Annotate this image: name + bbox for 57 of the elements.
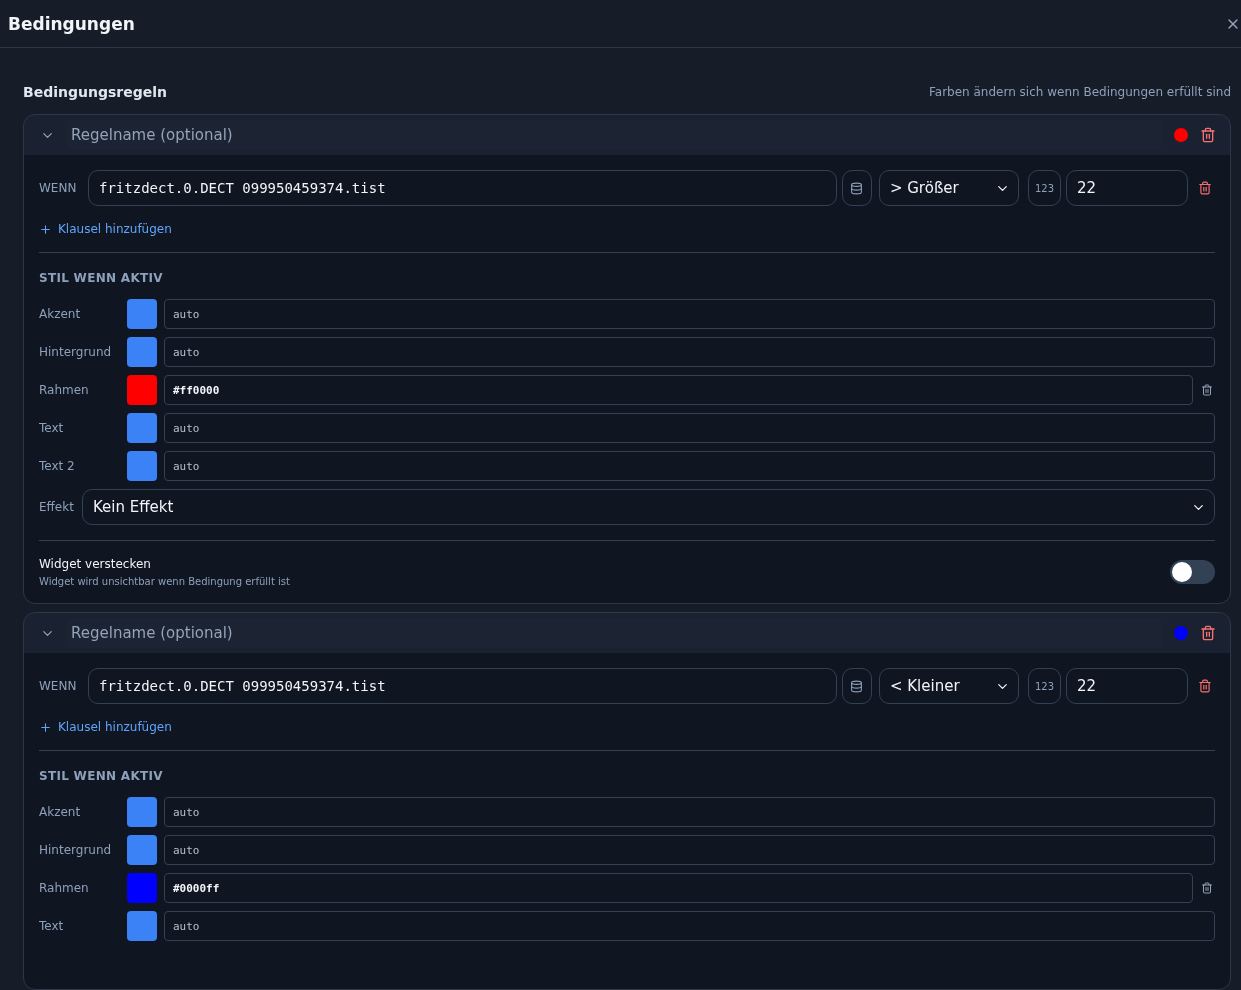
trash-icon[interactable] xyxy=(1201,882,1215,894)
style-label: Rahmen xyxy=(39,383,90,397)
trash-icon[interactable] xyxy=(1201,384,1215,396)
color-swatch[interactable] xyxy=(127,873,157,903)
value-field[interactable]: 22 xyxy=(1066,668,1188,704)
trash-icon[interactable] xyxy=(1200,625,1216,641)
trash-icon[interactable] xyxy=(1200,127,1216,143)
color-swatch[interactable] xyxy=(127,337,157,367)
color-swatch[interactable] xyxy=(127,797,157,827)
value-type-button[interactable]: 123 xyxy=(1027,668,1061,704)
color-value-field[interactable]: auto xyxy=(164,797,1215,827)
value-type-button[interactable]: 123 xyxy=(1027,170,1061,206)
value-field[interactable]: 22 xyxy=(1066,170,1188,206)
clause-label: WENN xyxy=(39,181,78,195)
style-label: Akzent xyxy=(39,307,82,321)
style-label: Rahmen xyxy=(39,881,90,895)
color-value-field[interactable]: auto xyxy=(164,299,1215,329)
state-path-field[interactable]: fritzdect.0.DECT_099950459374.tist xyxy=(88,170,837,206)
operator-select[interactable]: > Größer xyxy=(878,170,1019,206)
section-heading: STIL WENN AKTIV xyxy=(39,271,164,285)
style-label: Hintergrund xyxy=(39,345,113,359)
database-icon[interactable] xyxy=(841,668,872,704)
color-value-field[interactable]: auto xyxy=(164,835,1215,865)
effect-label: Effekt xyxy=(39,500,75,514)
style-label: Hintergrund xyxy=(39,843,113,857)
plus-icon xyxy=(39,222,52,236)
color-value-field[interactable]: auto xyxy=(164,911,1215,941)
section-hint: Farben ändern sich wenn Bedingungen erfüllt sind xyxy=(929,85,1231,99)
section-heading: STIL WENN AKTIV xyxy=(39,769,164,783)
state-path-field[interactable]: fritzdect.0.DECT_099950459374.tist xyxy=(88,668,837,704)
clause-label: WENN xyxy=(39,679,78,693)
plus-icon xyxy=(39,720,52,734)
section-title: Bedingungsregeln xyxy=(23,84,167,100)
color-swatch[interactable] xyxy=(127,375,157,405)
color-value-field[interactable]: auto xyxy=(164,451,1215,481)
hide-widget-description: Widget wird unsichtbar wenn Bedingung erfüllt ist xyxy=(39,576,290,587)
hide-widget-title: Widget verstecken xyxy=(39,557,152,571)
add-clause-link[interactable]: Klausel hinzufügen xyxy=(39,720,172,734)
hide-widget-toggle[interactable] xyxy=(1170,560,1215,584)
effect-select[interactable]: Kein Effekt xyxy=(82,489,1215,525)
color-swatch[interactable] xyxy=(127,299,157,329)
color-swatch[interactable] xyxy=(127,835,157,865)
color-value-field[interactable]: auto xyxy=(164,413,1215,443)
color-value-field[interactable]: auto xyxy=(164,337,1215,367)
style-label: Text xyxy=(39,421,65,435)
add-clause-link[interactable]: Klausel hinzufügen xyxy=(39,222,172,236)
style-label: Text xyxy=(39,919,65,933)
color-value-field[interactable]: #ff0000 xyxy=(164,375,1193,405)
style-label: Text 2 xyxy=(39,459,76,473)
window-title: Bedingungen xyxy=(8,13,135,34)
color-swatch[interactable] xyxy=(127,451,157,481)
color-swatch[interactable] xyxy=(127,413,157,443)
color-swatch[interactable] xyxy=(127,911,157,941)
operator-select[interactable]: < Kleiner xyxy=(878,668,1019,704)
color-value-field[interactable]: #0000ff xyxy=(164,873,1193,903)
style-label: Akzent xyxy=(39,805,82,819)
database-icon[interactable] xyxy=(841,170,872,206)
